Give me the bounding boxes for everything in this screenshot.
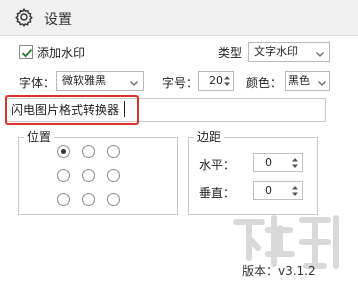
font-size-label: 字号： [162, 76, 199, 90]
chevron-down-icon [317, 76, 327, 86]
font-value: 微软雅黑 [62, 74, 106, 87]
version-label: 版本：v3.1.2 [242, 264, 316, 278]
color-select[interactable]: 黑色 [285, 71, 330, 91]
text-caret [124, 101, 125, 117]
add-watermark-checkbox[interactable] [19, 45, 33, 59]
margin-group [188, 137, 318, 215]
font-row: 字体： 微软雅黑 字号： 20 颜色： 黑色 [0, 71, 358, 93]
position-group-title: 位置 [24, 128, 55, 145]
horizontal-margin-input[interactable]: 0 [253, 153, 303, 172]
spinner-arrows-icon[interactable] [223, 74, 231, 88]
spinner-arrows-icon[interactable] [291, 156, 299, 170]
watermark-text-value: 闪电图片格式转换器 [11, 103, 120, 117]
type-label: 类型 [218, 46, 243, 60]
horizontal-margin-label: 水平： [199, 158, 236, 172]
type-select[interactable]: 文字水印 [248, 42, 330, 62]
font-size-value: 20 [209, 74, 223, 87]
margin-group-title: 边距 [194, 128, 225, 145]
watermark-row: 添加水印 类型 文字水印 [0, 42, 358, 64]
gear-icon [14, 7, 34, 27]
position-radio-middle-left[interactable] [57, 169, 70, 182]
vertical-margin-value: 0 [265, 184, 272, 197]
position-radio-center[interactable] [82, 169, 95, 182]
position-radio-top-left[interactable] [57, 145, 70, 158]
checkmark-icon [21, 49, 33, 58]
watermark-text-input[interactable]: 闪电图片格式转换器 [6, 98, 326, 122]
position-radio-top-center[interactable] [82, 145, 95, 158]
position-radio-middle-right[interactable] [107, 169, 120, 182]
horizontal-margin-value: 0 [265, 156, 272, 169]
vertical-margin-input[interactable]: 0 [253, 181, 303, 200]
font-select[interactable]: 微软雅黑 [56, 71, 144, 91]
position-radio-bottom-left[interactable] [57, 193, 70, 206]
position-radio-top-right[interactable] [107, 145, 120, 158]
color-value: 黑色 [288, 74, 310, 87]
page-title: 设置 [44, 12, 72, 28]
spinner-arrows-icon[interactable] [291, 184, 299, 198]
chevron-down-icon [315, 47, 325, 57]
settings-header: 设置 [0, 0, 358, 36]
font-size-spinner[interactable]: 20 [198, 71, 234, 91]
position-group [18, 137, 178, 215]
font-label: 字体： [19, 76, 56, 90]
vertical-margin-label: 垂直： [199, 186, 236, 200]
type-value: 文字水印 [254, 45, 298, 58]
chevron-down-icon [129, 76, 139, 86]
color-label: 颜色： [246, 76, 283, 90]
position-radio-bottom-center[interactable] [82, 193, 95, 206]
position-radio-bottom-right[interactable] [107, 193, 120, 206]
add-watermark-label: 添加水印 [37, 46, 86, 60]
